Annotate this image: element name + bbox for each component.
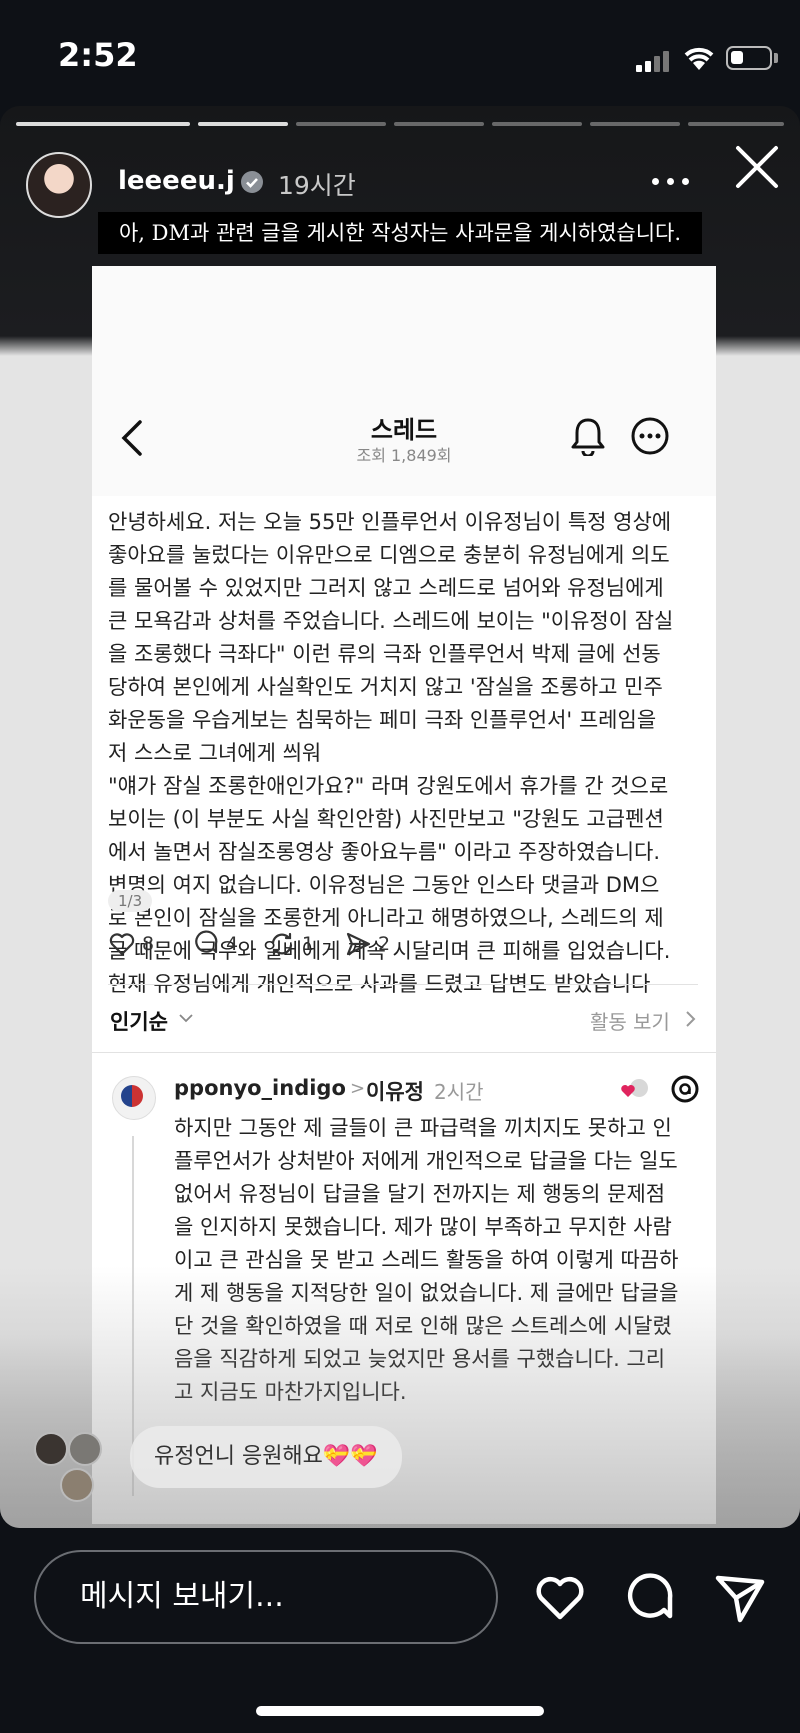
message-input[interactable]: 메시지 보내기...	[34, 1550, 498, 1644]
threads-title: 스레드	[370, 416, 438, 444]
story-progress-1	[16, 122, 190, 126]
comment-icon[interactable]	[622, 1570, 678, 1626]
reply-username: pponyo_indigo	[174, 1076, 346, 1100]
avatar	[34, 1432, 68, 1466]
reply-to: 이유정	[366, 1080, 424, 1104]
avatar	[68, 1432, 102, 1466]
divider	[92, 1052, 716, 1053]
divider	[108, 984, 698, 985]
reply-avatar	[112, 1076, 156, 1120]
avatar	[60, 1468, 94, 1502]
bottom-gradient	[0, 1266, 800, 1528]
like-action: 8	[108, 930, 154, 958]
cellular-signal-icon	[636, 50, 672, 72]
story-progress-3	[296, 122, 386, 126]
home-indicator[interactable]	[256, 1706, 544, 1716]
story-time: 19시간	[278, 171, 356, 200]
repost-icon	[271, 932, 293, 956]
story-progress-7	[688, 122, 784, 126]
comment-icon	[195, 930, 218, 954]
verified-badge-icon	[241, 171, 263, 193]
story-card[interactable]: leeeeu.j 19시간 아, DM과 관련 글을 게시한 작성자는 사과문을…	[0, 106, 800, 1528]
status-bar: 2:52	[0, 0, 800, 108]
status-time: 2:52	[58, 36, 138, 74]
more-options-icon[interactable]	[652, 178, 692, 188]
comment-avatars	[34, 1432, 104, 1502]
comment-action: 4	[192, 930, 238, 958]
comment-bubble: 유정언니 응원해요💝💝	[130, 1426, 402, 1488]
reply-arrow: >	[350, 1078, 366, 1099]
avatar[interactable]	[26, 152, 92, 218]
share-action: 2	[344, 930, 390, 958]
more-circle-icon	[631, 417, 669, 455]
comment-count: 4	[226, 933, 239, 955]
story-progress-2	[198, 122, 288, 126]
wifi-icon	[684, 47, 714, 70]
sort-label: 인기순	[110, 1010, 168, 1034]
heart-icon	[109, 933, 135, 956]
chevron-right-icon	[686, 1011, 696, 1027]
send-icon	[346, 932, 371, 956]
battery-icon	[726, 46, 772, 70]
repost-action: 1	[268, 930, 314, 958]
heart-icon[interactable]	[532, 1570, 588, 1626]
share-count: 2	[378, 933, 391, 955]
liked-by-author-icon	[621, 1077, 650, 1099]
reply-time: 2시간	[434, 1080, 484, 1104]
repost-count: 1	[302, 933, 315, 955]
threads-logo-icon	[671, 1075, 699, 1103]
story-progress-5	[492, 122, 582, 126]
story-progress-4	[394, 122, 484, 126]
battery-tip	[774, 53, 778, 63]
send-icon[interactable]	[712, 1570, 768, 1626]
story-username[interactable]: leeeeu.j	[118, 166, 235, 196]
chevron-down-icon	[179, 1014, 193, 1023]
close-icon[interactable]	[734, 144, 780, 190]
post-text: 안녕하세요. 저는 오늘 55만 인플루언서 이유정님이 특정 영상에 좋아요를…	[108, 510, 674, 996]
like-count: 8	[142, 933, 155, 955]
activity-link: 활동 보기	[590, 1010, 670, 1034]
bell-icon	[571, 418, 605, 456]
story-caption: 아, DM과 관련 글을 게시한 작성자는 사과문을 게시하였습니다.	[98, 212, 702, 254]
threads-views: 조회 1,849회	[356, 446, 452, 465]
story-progress-6	[590, 122, 680, 126]
page-indicator: 1/3	[108, 890, 153, 912]
